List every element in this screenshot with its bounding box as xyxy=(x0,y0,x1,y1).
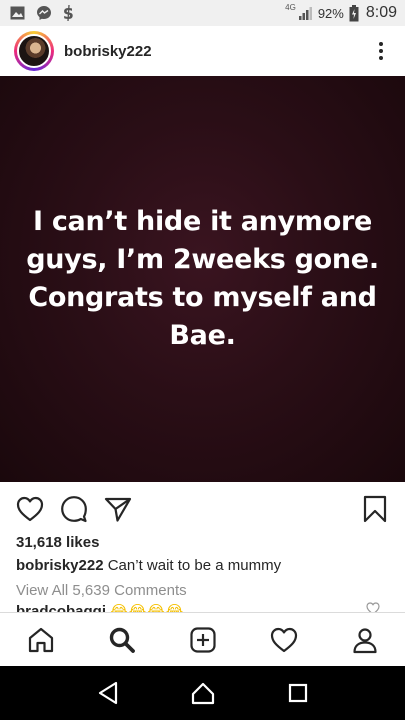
post-header: bobrisky222 xyxy=(0,26,405,76)
bookmark-save-icon[interactable] xyxy=(359,493,391,525)
activity-heart-icon[interactable] xyxy=(264,620,304,660)
more-options-icon[interactable] xyxy=(371,36,391,66)
post-username[interactable]: bobrisky222 xyxy=(64,43,152,60)
recent-apps-square-icon[interactable] xyxy=(278,673,318,713)
comment-bubble-icon[interactable] xyxy=(58,493,90,525)
new-post-icon[interactable] xyxy=(183,620,223,660)
post-image[interactable]: I can’t hide it anymore guys, I’m 2weeks… xyxy=(0,76,405,482)
caption-username[interactable]: bobrisky222 xyxy=(16,557,104,574)
android-navigation-bar xyxy=(0,666,405,720)
signal-icon xyxy=(298,6,313,20)
post-image-text: I can’t hide it anymore guys, I’m 2weeks… xyxy=(26,206,379,351)
comment-preview: bradcobaggi 😂😂😂😂 xyxy=(16,602,396,612)
likes-count[interactable]: 31,618 likes xyxy=(16,534,99,551)
messenger-icon xyxy=(36,5,52,21)
post-action-row xyxy=(0,488,405,530)
comment-username[interactable]: bradcobaggi xyxy=(16,603,106,612)
battery-icon xyxy=(349,4,359,22)
status-bar: S 4G 92% 8:09 xyxy=(0,0,405,26)
clock: 8:09 xyxy=(365,4,397,21)
home-icon[interactable] xyxy=(21,620,61,660)
notification-icons: S xyxy=(10,5,75,21)
like-heart-icon[interactable] xyxy=(14,493,46,525)
caption: bobrisky222 Can’t wait to be a mummy xyxy=(16,557,281,574)
caption-text: Can’t wait to be a mummy xyxy=(107,557,282,574)
battery-percent: 92% xyxy=(317,5,344,21)
image-icon xyxy=(10,6,25,20)
bottom-navigation-bar xyxy=(0,612,405,666)
dollar-app-icon: S xyxy=(63,5,75,21)
comment-emojis: 😂😂😂😂 xyxy=(110,603,185,612)
avatar[interactable] xyxy=(17,34,51,68)
view-all-comments-link[interactable]: View All 5,639 Comments xyxy=(16,582,187,599)
profile-icon[interactable] xyxy=(345,620,385,660)
back-triangle-icon[interactable] xyxy=(88,673,128,713)
comment-like-heart-icon[interactable] xyxy=(366,602,380,612)
avatar-story-ring[interactable] xyxy=(14,31,54,71)
search-icon[interactable] xyxy=(102,620,142,660)
home-circle-icon[interactable] xyxy=(183,673,223,713)
share-direct-icon[interactable] xyxy=(102,493,134,525)
network-type-label: 4G xyxy=(285,3,296,12)
